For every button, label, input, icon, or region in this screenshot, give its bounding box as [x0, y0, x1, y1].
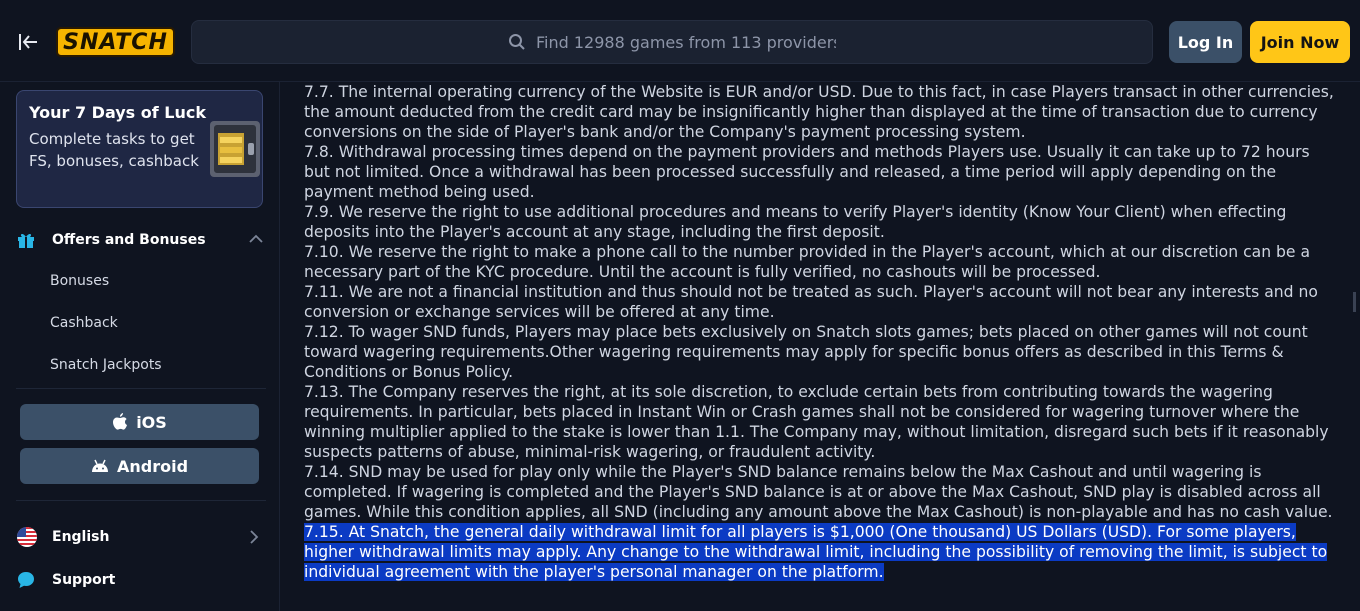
terms-content: 7.7. The internal operating currency of …: [281, 82, 1356, 611]
sidebar-item-bonuses[interactable]: Bonuses: [50, 273, 109, 289]
android-icon: [91, 459, 108, 472]
login-button[interactable]: Log In: [1169, 21, 1242, 63]
sidebar-item-snatch-jackpots[interactable]: Snatch Jackpots: [50, 357, 162, 373]
apple-icon: [113, 413, 128, 430]
terms-paragraph-7-9: 7.9. We reserve the right to use additio…: [304, 203, 1287, 241]
terms-paragraph-7-8: 7.8. Withdrawal processing times depend …: [304, 143, 1310, 201]
language-label: English: [52, 529, 110, 545]
terms-paragraph-7-13: 7.13. The Company reserves the right, at…: [304, 383, 1329, 461]
chevron-up-icon: [249, 234, 263, 243]
terms-text: 7.7. The internal operating currency of …: [304, 82, 1339, 582]
terms-paragraph-7-7: 7.7. The internal operating currency of …: [304, 83, 1334, 141]
sidebar-item-cashback[interactable]: Cashback: [50, 315, 118, 331]
search-input[interactable]: [536, 32, 836, 52]
collapse-sidebar-icon[interactable]: [16, 30, 40, 54]
terms-paragraph-7-11: 7.11. We are not a financial institution…: [304, 283, 1318, 321]
treasure-safe-icon: [210, 121, 260, 177]
gift-icon: [18, 233, 34, 248]
offers-and-bonuses-toggle[interactable]: Offers and Bonuses: [16, 227, 266, 253]
ios-label: iOS: [136, 412, 167, 432]
top-header: SNATCH Log In Join Now: [0, 0, 1360, 82]
sidebar: Your 7 Days of Luck Complete tasks to ge…: [0, 82, 280, 611]
chat-bubble-icon: [18, 572, 34, 588]
android-app-button[interactable]: Android: [20, 448, 259, 484]
brand-logo[interactable]: SNATCH: [56, 27, 175, 57]
divider: [16, 500, 266, 501]
terms-paragraph-7-10: 7.10. We reserve the right to make a pho…: [304, 243, 1311, 281]
offers-and-bonuses-label: Offers and Bonuses: [52, 232, 206, 248]
us-flag-icon: [17, 527, 37, 547]
divider: [16, 388, 266, 389]
search-bar[interactable]: [191, 20, 1153, 64]
support-label: Support: [52, 572, 116, 588]
join-now-button[interactable]: Join Now: [1250, 21, 1350, 63]
android-label: Android: [116, 456, 189, 476]
search-icon: [509, 34, 525, 50]
terms-paragraph-7-15-selected: 7.15. At Snatch, the general daily withd…: [304, 522, 1339, 582]
chevron-right-icon: [250, 530, 259, 544]
ios-app-button[interactable]: iOS: [20, 404, 259, 440]
promo-text: Complete tasks to get FS, bonuses, cashb…: [29, 130, 199, 170]
logo-text: SNATCH: [63, 29, 168, 55]
terms-paragraph-7-14: 7.14. SND may be used for play only whil…: [304, 463, 1333, 521]
terms-paragraph-7-12: 7.12. To wager SND funds, Players may pl…: [304, 323, 1308, 381]
promo-card[interactable]: Your 7 Days of Luck Complete tasks to ge…: [16, 90, 263, 208]
selected-text: 7.15. At Snatch, the general daily withd…: [304, 523, 1328, 581]
language-selector[interactable]: English: [16, 523, 266, 551]
support-link[interactable]: Support: [16, 566, 266, 594]
scrollbar-thumb[interactable]: [1353, 292, 1356, 312]
